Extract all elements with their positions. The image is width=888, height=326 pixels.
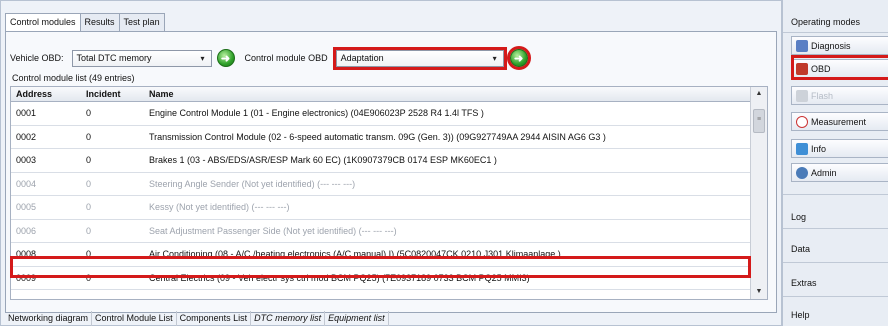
admin-label: Admin: [811, 167, 837, 178]
cell-address: 0008: [16, 249, 37, 260]
table-row[interactable]: 0006 0 Seat Adjustment Passenger Side (N…: [11, 220, 767, 243]
flash-label: Flash: [811, 90, 834, 101]
divider: [783, 228, 888, 229]
cell-name: Engine Control Module 1 (01 - Engine ele…: [149, 108, 484, 119]
cell-address: 0005: [16, 202, 37, 213]
cell-incident: 0: [86, 249, 92, 260]
obd-icon: [796, 62, 808, 75]
tab-results[interactable]: Results: [79, 13, 120, 31]
cell-name: Steering Angle Sender (Not yet identifie…: [149, 178, 356, 189]
admin-button[interactable]: Admin: [791, 163, 888, 182]
table-scrollbar[interactable]: ▲ ≡ ▼: [750, 87, 767, 299]
tab-control-module-list[interactable]: Control Module List: [92, 311, 177, 326]
chevron-down-icon: ▾: [492, 53, 497, 63]
cell-name: Brakes 1 (03 - ABS/EDS/ASR/ESP Mark 60 E…: [149, 155, 497, 166]
cell-incident: 0: [86, 178, 92, 189]
cell-address: 0009: [16, 272, 37, 283]
control-module-obd-value: Adaptation: [340, 53, 384, 63]
info-button[interactable]: Info: [791, 139, 888, 158]
extras-section[interactable]: Extras: [791, 278, 817, 288]
top-tab-bar: Control modules Results Test plan: [5, 13, 165, 33]
table-row[interactable]: 0003 0 Brakes 1 (03 - ABS/EDS/ASR/ESP Ma…: [11, 149, 767, 173]
table-row[interactable]: 0002 0 Transmission Control Module (02 -…: [11, 126, 767, 149]
vehicle-obd-value: Total DTC memory: [76, 53, 152, 63]
table-row[interactable]: 0004 0 Steering Angle Sender (Not yet id…: [11, 173, 767, 196]
divider: [783, 194, 888, 195]
cell-address: 0004: [16, 178, 37, 189]
divider: [783, 296, 888, 297]
table-body: 0001 0 Engine Control Module 1 (01 - Eng…: [11, 102, 767, 290]
chevron-down-icon: ▾: [200, 53, 205, 63]
cell-name: Transmission Control Module (02 - 6-spee…: [149, 131, 606, 142]
divider: [783, 32, 888, 33]
cell-incident: 0: [86, 202, 92, 213]
tab-dtc-memory-list[interactable]: DTC memory list: [251, 311, 326, 326]
diagnosis-label: Diagnosis: [811, 40, 851, 51]
help-section[interactable]: Help: [791, 310, 810, 320]
col-address[interactable]: Address: [11, 89, 81, 99]
divider: [783, 262, 888, 263]
tab-test-plan[interactable]: Test plan: [118, 13, 165, 31]
tab-networking-diagram[interactable]: Networking diagram: [5, 311, 93, 326]
tab-control-modules[interactable]: Control modules: [5, 13, 81, 33]
data-section[interactable]: Data: [791, 244, 810, 254]
col-name[interactable]: Name: [144, 89, 749, 99]
table-row[interactable]: 0005 0 Kessy (Not yet identified) (--- -…: [11, 196, 767, 220]
flash-button[interactable]: Flash: [791, 86, 888, 105]
measurement-button[interactable]: Measurement: [791, 112, 888, 131]
cell-incident: 0: [86, 225, 92, 236]
cell-incident: 0: [86, 272, 92, 283]
cell-address: 0006: [16, 225, 37, 236]
info-icon: [796, 142, 808, 155]
table-row[interactable]: 0001 0 Engine Control Module 1 (01 - Eng…: [11, 102, 767, 126]
vehicle-obd-go-button[interactable]: ➜: [216, 49, 235, 67]
cell-address: 0003: [16, 155, 37, 166]
bottom-tab-bar: Networking diagram Control Module List C…: [5, 311, 389, 326]
log-section[interactable]: Log: [791, 212, 806, 222]
control-module-obd-go-button[interactable]: ➜: [506, 46, 531, 70]
measurement-label: Measurement: [811, 116, 867, 127]
table-row[interactable]: 0008 0 Air Conditioning (08 - A/C /heati…: [11, 243, 767, 267]
cell-name: Kessy (Not yet identified) (--- --- ---): [149, 202, 290, 213]
cell-name: Seat Adjustment Passenger Side (Not yet …: [149, 225, 397, 236]
table-row[interactable]: 0009 0 Central Electrics (09 - Veh elect…: [11, 267, 767, 290]
cell-address: 0002: [16, 131, 37, 142]
admin-icon: [796, 166, 808, 179]
table-header: Address Incident Name: [11, 87, 767, 102]
vehicle-obd-select[interactable]: Total DTC memory ▾: [71, 49, 212, 67]
diagnosis-button[interactable]: Diagnosis: [791, 36, 888, 55]
control-module-obd-label: Control module OBD: [244, 53, 328, 63]
flash-icon: [796, 89, 808, 102]
col-incident[interactable]: Incident: [81, 89, 144, 99]
scroll-down-icon[interactable]: ▼: [751, 285, 767, 299]
cell-address: 0001: [16, 108, 37, 119]
control-module-table: Address Incident Name 0001 0 Engine Cont…: [10, 86, 768, 300]
cell-name: Air Conditioning (08 - A/C /heating elec…: [149, 249, 561, 260]
tab-components-list[interactable]: Components List: [177, 311, 252, 326]
control-module-obd-select[interactable]: Adaptation ▾: [332, 46, 507, 70]
scroll-up-icon[interactable]: ▲: [751, 87, 767, 101]
tab-equipment-list[interactable]: Equipment list: [325, 311, 389, 326]
obd-label: OBD: [811, 63, 831, 74]
measurement-icon: [796, 115, 808, 128]
operating-modes-title: Operating modes: [791, 17, 861, 27]
vehicle-obd-label: Vehicle OBD:: [10, 53, 64, 63]
cell-incident: 0: [86, 155, 92, 166]
cell-incident: 0: [86, 131, 92, 142]
obd-button[interactable]: OBD: [791, 59, 888, 78]
operating-modes-panel: Operating modes Diagnosis OBD Flash Meas…: [782, 0, 888, 326]
obd-toolbar: Vehicle OBD: Total DTC memory ▾ ➜ Contro…: [10, 46, 531, 70]
diagnosis-icon: [796, 39, 808, 52]
info-label: Info: [811, 143, 827, 154]
control-module-list-title: Control module list (49 entries): [12, 73, 135, 83]
scroll-thumb[interactable]: ≡: [753, 109, 765, 133]
cell-name: Central Electrics (09 - Veh electr sys c…: [149, 272, 530, 283]
cell-incident: 0: [86, 108, 92, 119]
